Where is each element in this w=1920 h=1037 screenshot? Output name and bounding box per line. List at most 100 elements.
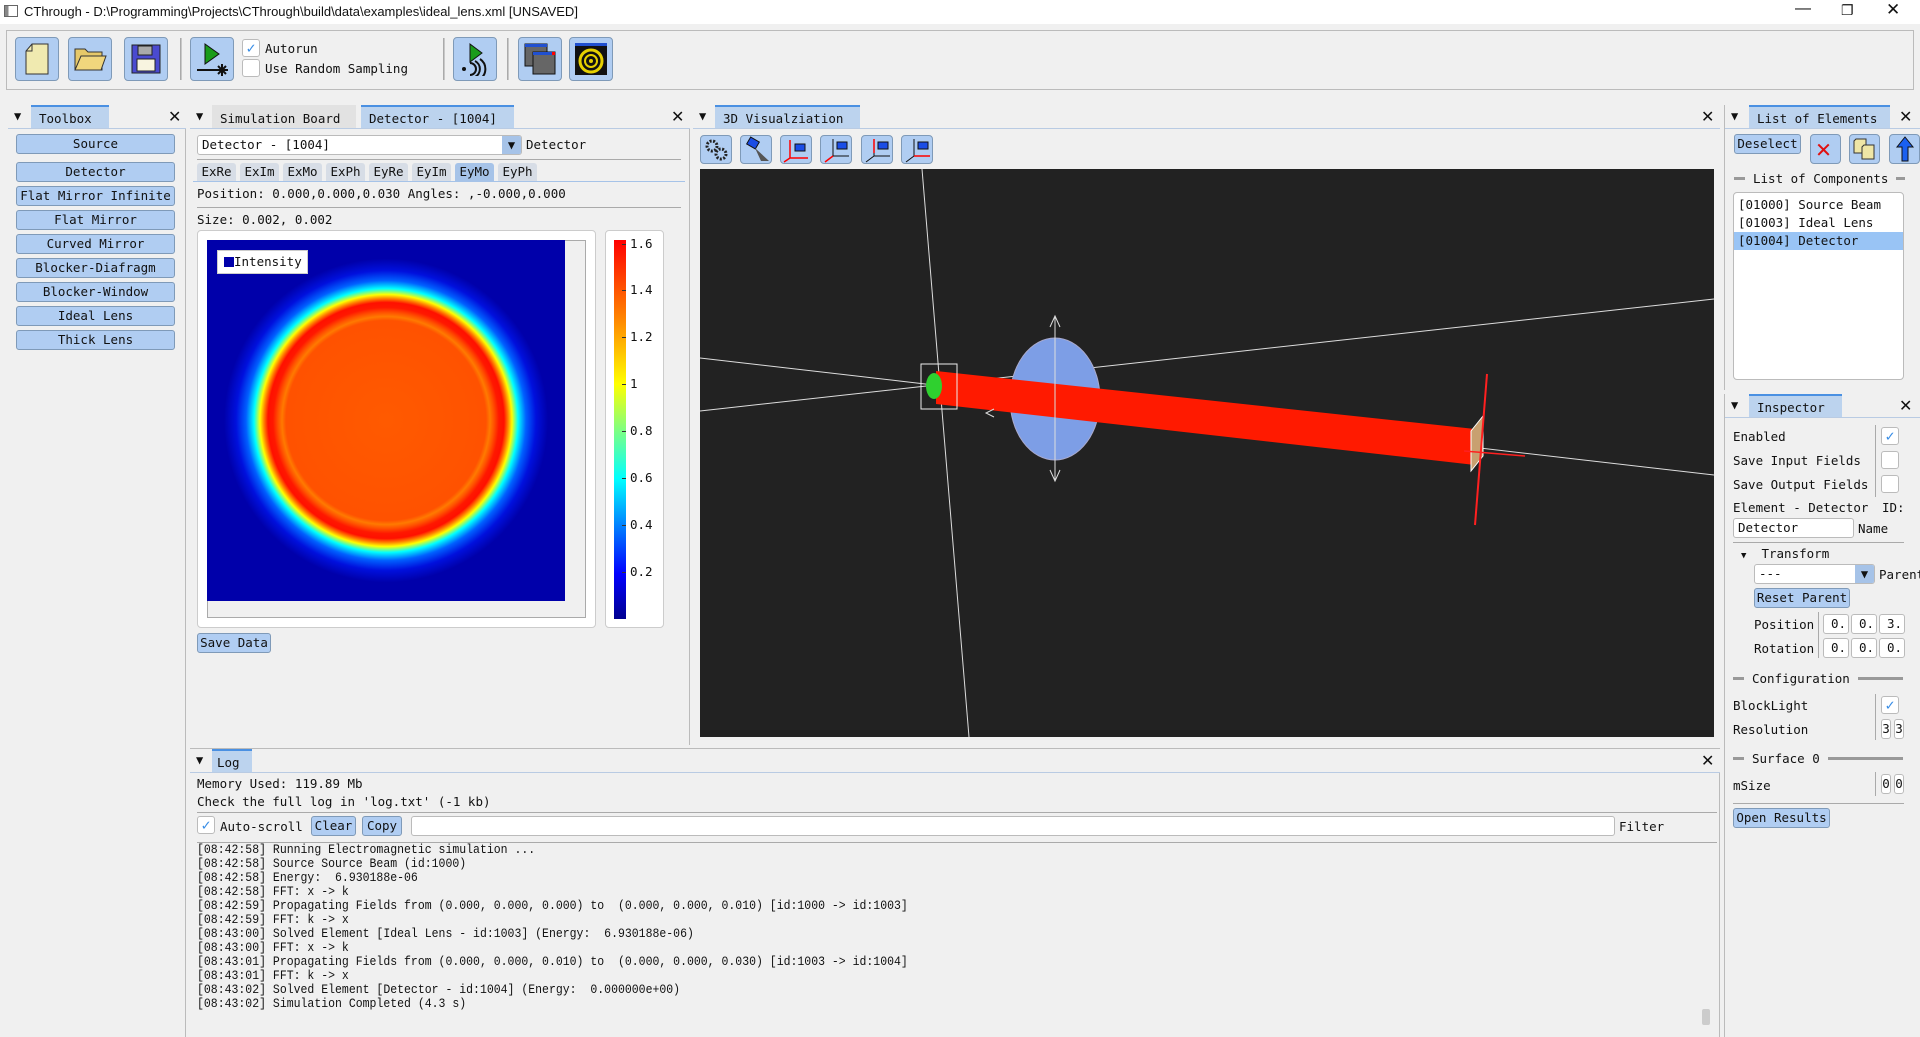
dock-menu-icon[interactable]: ▼ [699, 109, 706, 123]
colorbar-tick [622, 290, 626, 292]
close-icon[interactable]: ✕ [671, 107, 684, 126]
restore-button[interactable]: ❐ [1841, 2, 1854, 19]
name-input[interactable]: Detector [1733, 518, 1854, 538]
toolbox-thick-lens-button[interactable]: Thick Lens [16, 330, 175, 350]
resolution-y-input[interactable]: 3 [1894, 719, 1904, 739]
msize-x-input[interactable]: 0 [1881, 774, 1891, 794]
settings-button[interactable] [700, 135, 732, 164]
tab-list-of-elements[interactable]: List of Elements [1749, 105, 1890, 128]
windows-button[interactable] [518, 37, 562, 81]
filter-input[interactable] [411, 816, 1615, 836]
position-z-input[interactable]: 3. [1879, 614, 1905, 634]
parent-dropdown[interactable]: --- ▼ [1754, 564, 1875, 584]
run-stream-button[interactable] [453, 37, 497, 81]
dock-menu-icon[interactable]: ▼ [1731, 398, 1738, 412]
rotation-x-input[interactable]: 0. [1823, 638, 1849, 658]
tab-detector-1004[interactable]: Detector - [1004] [361, 105, 514, 128]
components-list[interactable]: [01000] Source Beam [01003] Ideal Lens [… [1733, 192, 1904, 380]
save-output-fields-checkbox[interactable] [1881, 475, 1899, 493]
dock-menu-icon[interactable]: ▼ [1731, 109, 1738, 123]
blocklight-checkbox[interactable]: ✓ [1881, 696, 1899, 714]
toolbox-source-button[interactable]: Source [16, 134, 175, 154]
camera-z-button[interactable] [901, 135, 933, 164]
tab-inspector[interactable]: Inspector [1749, 394, 1842, 417]
transform-label: Transform [1761, 546, 1830, 561]
tab-eymo[interactable]: EyMo [455, 163, 494, 181]
dock-menu-icon[interactable]: ▼ [196, 753, 203, 767]
open-results-button[interactable]: Open Results [1733, 808, 1830, 828]
close-icon[interactable]: ✕ [168, 107, 181, 126]
3d-viewport[interactable] [700, 169, 1714, 737]
source-beam[interactable] [926, 373, 942, 399]
colorbar-tick-label: 0.2 [630, 564, 653, 580]
tab-label: List of Elements [1757, 111, 1878, 126]
tab-simulation-board[interactable]: Simulation Board [212, 105, 356, 128]
camera-y-button[interactable] [861, 135, 893, 164]
delete-element-button[interactable]: ✕ [1810, 134, 1841, 164]
log-scrollbar[interactable] [1702, 845, 1712, 1025]
dock-menu-icon[interactable]: ▼ [14, 109, 21, 123]
deselect-button[interactable]: Deselect [1734, 134, 1801, 154]
tab-exph[interactable]: ExPh [326, 163, 365, 181]
random-sampling-checkbox[interactable] [242, 59, 260, 77]
autorun-checkbox[interactable]: ✓ [242, 39, 260, 57]
save-data-button[interactable]: Save Data [197, 633, 271, 653]
detector-selector[interactable]: Detector - [1004] ▼ [197, 135, 522, 155]
random-sampling-label: Use Random Sampling [265, 61, 408, 76]
toolbox-detector-button[interactable]: Detector [16, 162, 175, 182]
close-icon[interactable]: ✕ [1899, 396, 1912, 415]
save-button[interactable] [124, 37, 168, 81]
tab-eyim[interactable]: EyIm [412, 163, 451, 181]
rotation-z-input[interactable]: 0. [1879, 638, 1905, 658]
resolution-x-input[interactable]: 3 [1881, 719, 1891, 739]
tab-3d-visualization[interactable]: 3D Visualziation [715, 105, 860, 128]
list-item[interactable]: [01000] Source Beam [1734, 196, 1903, 214]
run-simulation-button[interactable] [190, 37, 234, 81]
save-input-fields-checkbox[interactable] [1881, 451, 1899, 469]
tab-log[interactable]: Log [212, 749, 252, 772]
position-x-input[interactable]: 0. [1823, 614, 1849, 634]
position-y-input[interactable]: 0. [1851, 614, 1877, 634]
list-item-selected[interactable]: [01004] Detector [1734, 232, 1903, 250]
toolbox-flat-mirror-button[interactable]: Flat Mirror [16, 210, 175, 230]
duplicate-element-button[interactable] [1849, 134, 1880, 164]
copy-log-button[interactable]: Copy [362, 816, 402, 836]
camera-x-button[interactable] [820, 135, 852, 164]
dock-menu-icon[interactable]: ▼ [196, 109, 203, 123]
rotation-y-input[interactable]: 0. [1851, 638, 1877, 658]
detector-view-button[interactable] [569, 37, 613, 81]
toolbox-flat-mirror-infinite-button[interactable]: Flat Mirror Infinite [16, 186, 175, 206]
open-file-button[interactable] [68, 37, 112, 81]
toolbox-blocker-diafragm-button[interactable]: Blocker-Diafragm [16, 258, 175, 278]
clear-log-button[interactable]: Clear [311, 816, 356, 836]
id-label: ID: [1882, 500, 1905, 515]
close-icon[interactable]: ✕ [1701, 107, 1714, 126]
colorbar-tick [622, 572, 626, 574]
move-up-button[interactable] [1889, 134, 1920, 164]
toolbox-curved-mirror-button[interactable]: Curved Mirror [16, 234, 175, 254]
toolbox-ideal-lens-button[interactable]: Ideal Lens [16, 306, 175, 326]
toolbox-blocker-window-button[interactable]: Blocker-Window [16, 282, 175, 302]
tab-exim[interactable]: ExIm [240, 163, 279, 181]
tab-eyre[interactable]: EyRe [369, 163, 408, 181]
auto-scroll-checkbox[interactable]: ✓ [197, 816, 215, 834]
tab-exre[interactable]: ExRe [197, 163, 236, 181]
minimize-button[interactable]: — [1795, 0, 1811, 18]
msize-y-input[interactable]: 0 [1894, 774, 1904, 794]
reset-parent-button[interactable]: Reset Parent [1754, 588, 1850, 608]
tab-exmo[interactable]: ExMo [283, 163, 322, 181]
tab-eyph[interactable]: EyPh [498, 163, 537, 181]
new-file-button[interactable] [15, 37, 59, 81]
close-icon[interactable]: ✕ [1701, 751, 1714, 770]
colorbar-tick [622, 525, 626, 527]
close-icon[interactable]: ✕ [1899, 107, 1912, 126]
list-item[interactable]: [01003] Ideal Lens [1734, 214, 1903, 232]
camera-xy-button[interactable] [780, 135, 812, 164]
transform-expander[interactable]: ▼ Transform [1741, 546, 1829, 561]
camera-free-button[interactable] [740, 135, 772, 164]
close-window-button[interactable]: ✕ [1886, 0, 1900, 20]
enabled-checkbox[interactable]: ✓ [1881, 427, 1899, 445]
log-line: [08:43:01] Propagating Fields from (0.00… [197, 955, 908, 969]
tab-toolbox[interactable]: Toolbox [31, 105, 109, 128]
scrollbar-thumb[interactable] [1702, 1009, 1710, 1025]
